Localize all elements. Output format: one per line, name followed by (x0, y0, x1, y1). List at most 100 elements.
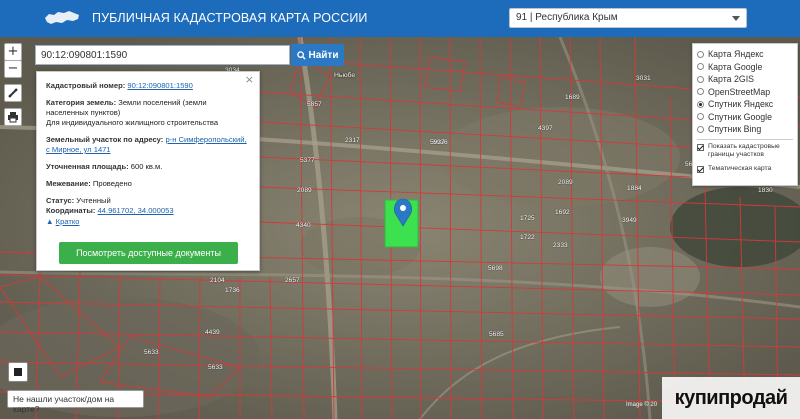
parcel-label: 5685 (489, 331, 504, 338)
area-value: 600 кв.м. (130, 162, 163, 171)
parcel-label: 1692 (555, 209, 570, 216)
layer-option-google-map[interactable]: Карта Google (697, 61, 793, 74)
layer-label: Карта 2GIS (708, 74, 755, 84)
search-button-label: Найти (308, 49, 339, 61)
radio-icon (697, 125, 704, 133)
watermark-logo: купипродай (662, 377, 800, 419)
coords-label: Координаты: (46, 206, 96, 215)
layer-label: Карта Google (708, 61, 763, 72)
overlay-cadastral-boundaries[interactable]: Показать кадастровые границы участков (697, 143, 793, 159)
parcel-label: 4439 (205, 329, 220, 336)
parcel-label: 1884 (627, 185, 642, 192)
chevron-up-icon: ▲ (46, 217, 54, 226)
layer-label: OpenStreetMap (708, 86, 771, 97)
cad-number-label: Кадастровый номер: (46, 81, 126, 90)
radio-icon (697, 88, 704, 96)
radio-icon (697, 113, 704, 121)
map-copyright: Image © 20 (626, 402, 658, 408)
layer-option-2gis-map[interactable]: Карта 2GIS (697, 73, 793, 86)
overlay-label: Тематическая карта (708, 164, 772, 172)
status-value: Учтенный (76, 196, 111, 205)
layer-label: Спутник Google (708, 111, 772, 122)
area-row: Уточненная площадь: 600 кв.м. (46, 162, 250, 172)
overlay-thematic-map[interactable]: Тематическая карта (697, 165, 793, 173)
parcel-label: 4340 (296, 222, 311, 229)
search-input[interactable]: 90:12:090801:1590 (35, 45, 290, 65)
search-icon (296, 50, 306, 60)
radio-icon (697, 50, 704, 58)
radio-selected-icon (697, 100, 704, 108)
parcel-label: 1689 (565, 94, 580, 101)
region-select-value: 91 | Республика Крым (516, 12, 618, 23)
parcel-label: 2089 (297, 187, 312, 194)
cad-number-row: Кадастровый номер: 90:12:090801:1590 (46, 81, 250, 91)
page-title: ПУБЛИЧНАЯ КАДАСТРОВАЯ КАРТА РОССИИ (92, 11, 368, 25)
category-label: Категория земель: (46, 98, 117, 107)
search-button[interactable]: Найти (291, 44, 344, 66)
divider (697, 138, 793, 140)
parcel-label: 5633 (208, 364, 223, 371)
usage-value: Для индивидуального жилищного строительс… (46, 118, 219, 127)
parcel-label: 4397 (538, 125, 553, 132)
parcel-label: 1725 (520, 215, 535, 222)
printer-icon (8, 112, 18, 123)
print-button[interactable] (4, 108, 22, 126)
parcel-label: 2333 (553, 242, 568, 249)
category-row: Категория земель: Земли поселений (земли… (46, 98, 250, 128)
chevron-down-icon (732, 16, 740, 21)
app-header: ПУБЛИЧНАЯ КАДАСТРОВАЯ КАРТА РОССИИ 91 | … (0, 0, 800, 37)
region-select[interactable]: 91 | Республика Крым (509, 8, 747, 28)
parcel-label: 5633 (144, 349, 159, 356)
zoom-out-button[interactable]: − (4, 60, 22, 78)
parcel-label: 2317 (345, 137, 360, 144)
layer-option-bing-satellite[interactable]: Спутник Bing (697, 123, 793, 136)
status-row: Статус: Учтенный Координаты: 44.961702, … (46, 196, 250, 216)
cad-number-link[interactable]: 90:12:090801:1590 (127, 81, 192, 90)
place-label: Ньюбе (334, 72, 356, 79)
layer-label: Спутник Bing (708, 124, 762, 134)
layer-label: Карта Яндекс (708, 49, 764, 59)
parcel-label: 1830 (758, 187, 773, 194)
address-row: Земельный участок по адресу: р-н Симферо… (46, 135, 250, 155)
area-label: Уточненная площадь: (46, 162, 129, 171)
russia-logo-icon (45, 11, 79, 24)
survey-label: Межевание: (46, 179, 91, 188)
parcel-label: 5857 (307, 101, 322, 108)
parcel-label: 3031 (636, 75, 651, 82)
checkbox-checked-icon (697, 143, 704, 151)
measure-tool-button[interactable] (4, 84, 22, 102)
coords-link[interactable]: 44.961702, 34.000053 (98, 206, 174, 215)
parcel-label: 5377 (300, 157, 315, 164)
parcel-label: 2104 (210, 277, 225, 284)
layer-option-yandex-satellite[interactable]: Спутник Яндекс (697, 98, 793, 111)
layer-option-osm[interactable]: OpenStreetMap (697, 86, 793, 99)
not-found-button[interactable]: Не нашли участок/дом на карте? (7, 390, 144, 414)
radio-icon (697, 75, 704, 83)
parcel-label: 3949 (622, 217, 637, 224)
layer-option-google-satellite[interactable]: Спутник Google (697, 111, 793, 124)
layer-option-yandex-map[interactable]: Карта Яндекс (697, 48, 793, 61)
parcel-label: 5937 (430, 139, 445, 146)
parcel-info-popup: × Кадастровый номер: 90:12:090801:1590 К… (36, 71, 260, 271)
overlay-label: Показать кадастровые границы участков (708, 142, 780, 158)
layers-panel: Карта Яндекс Карта Google Карта 2GIS Ope… (692, 43, 798, 186)
survey-row: Межевание: Проведено (46, 179, 250, 189)
parcel-label: 1722 (520, 234, 535, 241)
parcel-label: 2089 (558, 179, 573, 186)
close-icon[interactable]: × (245, 74, 254, 85)
checkbox-checked-icon (697, 165, 704, 173)
fullscreen-button[interactable] (8, 362, 28, 382)
collapse-link[interactable]: ▲ Кратко (46, 217, 250, 227)
collapse-link-label: Кратко (55, 217, 80, 226)
parcel-label: 5698 (488, 265, 503, 272)
survey-value: Проведено (92, 179, 132, 188)
status-label: Статус: (46, 196, 75, 205)
zoom-in-button[interactable]: + (4, 43, 22, 61)
ruler-icon (8, 88, 18, 98)
layer-label: Спутник Яндекс (708, 99, 774, 109)
parcel-label: 1736 (225, 287, 240, 294)
radio-icon (697, 63, 704, 71)
parcel-label: 2657 (285, 277, 300, 284)
view-documents-button[interactable]: Посмотреть доступные документы (59, 242, 238, 264)
address-label: Земельный участок по адресу: (46, 135, 164, 144)
